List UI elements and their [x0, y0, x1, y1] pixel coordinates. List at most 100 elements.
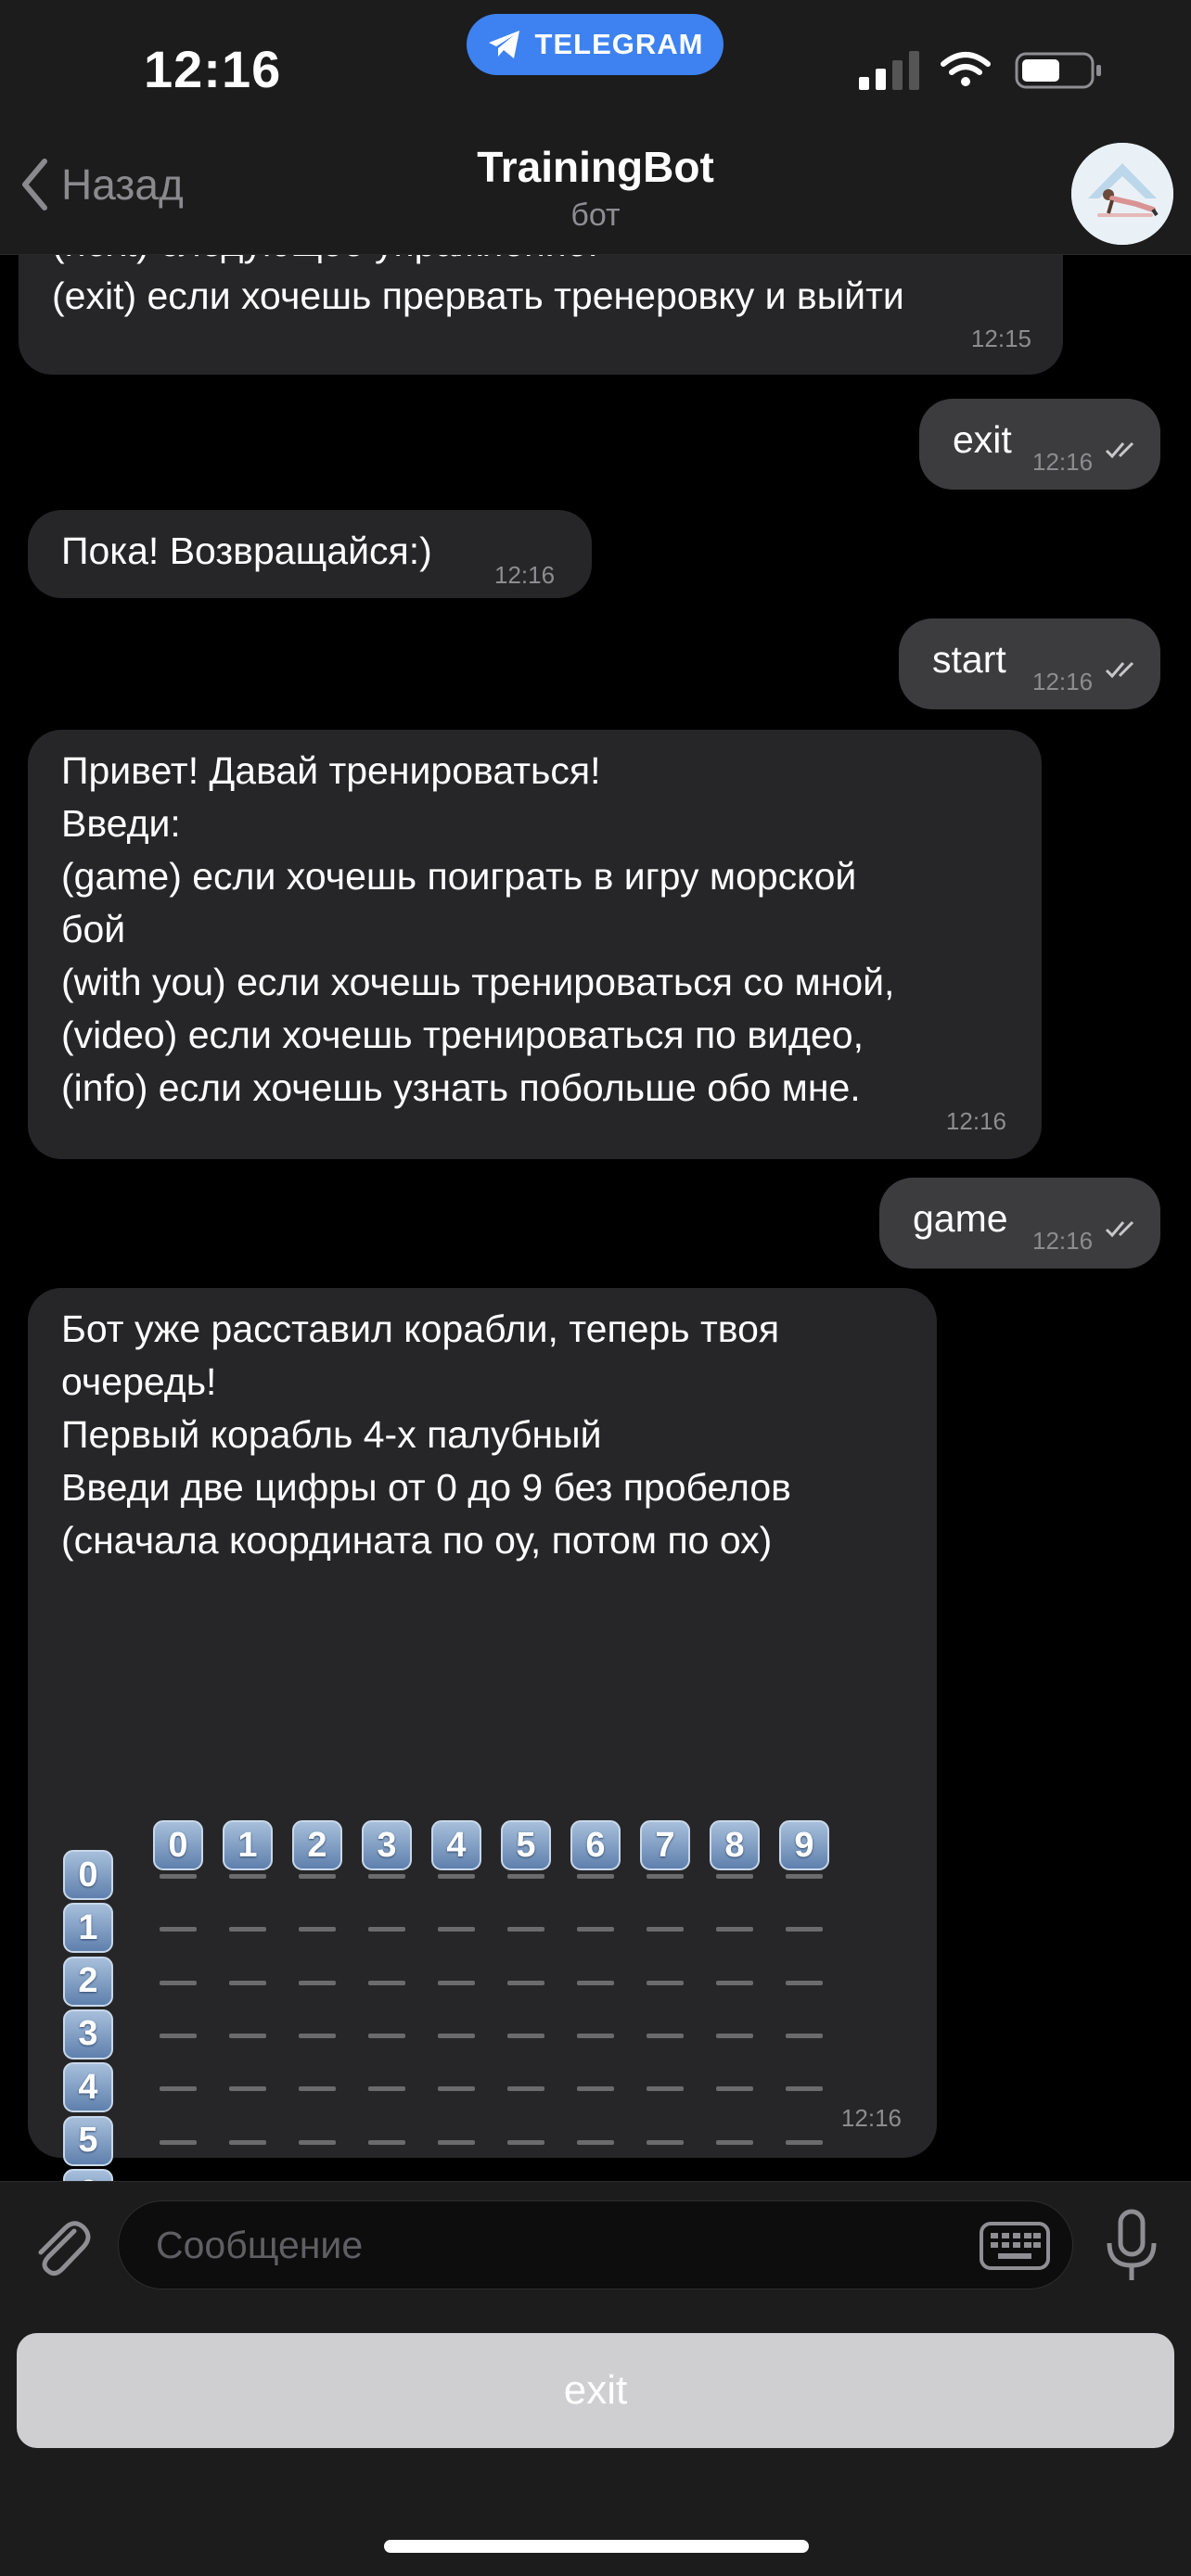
cellular-signal-icon [859, 51, 919, 90]
fitness-figure-icon [1071, 143, 1173, 245]
column-label-key: 8 [710, 1820, 760, 1870]
board-cell [299, 1874, 336, 1879]
message-time: 12:16 [840, 2104, 902, 2132]
board-cell [368, 1874, 405, 1879]
return-to-telegram-pill[interactable]: TELEGRAM [467, 14, 724, 75]
board-cell [160, 2086, 197, 2092]
board-cell [647, 1980, 684, 1985]
message-bubble[interactable]: Бот уже расставил корабли, теперь твоя о… [28, 1288, 937, 2181]
message-time: 12:16 [1032, 668, 1094, 695]
row-label-key: 6 [63, 2168, 113, 2181]
message-time: 12:16 [494, 561, 556, 589]
board-cell [229, 1874, 266, 1879]
board-cell [577, 2033, 614, 2038]
bot-avatar[interactable] [1071, 143, 1173, 245]
column-label-key: 2 [292, 1820, 342, 1870]
column-label-key: 9 [779, 1820, 829, 1870]
message-bubble[interactable]: start 12:16 [899, 618, 1160, 709]
bot-reply-keyboard: exit [0, 2309, 1191, 2576]
microphone-icon[interactable] [1104, 2208, 1159, 2284]
column-label-key: 1 [223, 1820, 273, 1870]
board-cell [438, 2086, 475, 2092]
board-cell [647, 1927, 684, 1932]
row-label-key: 0 [63, 1850, 113, 1900]
message-bubble[interactable]: exit 12:16 [919, 399, 1160, 490]
double-check-icon [1105, 441, 1134, 459]
battery-icon [1015, 52, 1101, 89]
bot-keyboard-icon[interactable] [980, 2222, 1050, 2270]
message-time: 12:16 [1032, 448, 1094, 476]
board-cell [786, 2139, 823, 2145]
board-cell [368, 2033, 405, 2038]
board-cell [368, 1927, 405, 1932]
message-input[interactable] [118, 2200, 1073, 2289]
message-list[interactable]: (next) следующее упражнение! (exit) если… [0, 255, 1191, 2181]
board-cell [647, 1874, 684, 1879]
board-cell [577, 1927, 614, 1932]
row-label-key: 1 [63, 1903, 113, 1954]
board-cell [786, 2033, 823, 2038]
double-check-icon [1105, 1220, 1134, 1238]
board-cell [716, 2086, 753, 2092]
board-cell [577, 2086, 614, 2092]
board-cell [577, 1980, 614, 1985]
board-cell [507, 2139, 544, 2145]
telegram-pill-label: TELEGRAM [534, 28, 704, 60]
message-bubble[interactable]: Привет! Давай тренироваться! Введи: (gam… [28, 730, 1042, 1159]
board-cell [507, 1927, 544, 1932]
column-label-key: 7 [640, 1820, 690, 1870]
board-cell [507, 2033, 544, 2038]
board-cell [299, 1980, 336, 1985]
board-cell [299, 1927, 336, 1932]
board-cell [229, 2086, 266, 2092]
telegram-plane-icon [488, 31, 519, 58]
board-cell [647, 2033, 684, 2038]
home-indicator [384, 2540, 809, 2553]
board-cell [647, 2139, 684, 2145]
message-text: game [913, 1197, 1008, 1240]
board-cell [368, 2086, 405, 2092]
board-cell [368, 2139, 405, 2145]
message-text: Пока! Возвращайся:) [61, 529, 432, 572]
board-cell [716, 2033, 753, 2038]
status-time: 12:16 [144, 40, 282, 98]
message-time: 12:16 [945, 1107, 1006, 1135]
board-cell [229, 2139, 266, 2145]
board-cell [507, 1980, 544, 1985]
row-label-key: 3 [63, 2009, 113, 2060]
message-text: Привет! Давай тренироваться! Введи: (gam… [61, 749, 895, 1109]
board-cell [577, 1874, 614, 1879]
board-cell [716, 1927, 753, 1932]
message-bubble[interactable]: Пока! Возвращайся:) 12:16 [28, 510, 592, 598]
board-cell [299, 2086, 336, 2092]
row-label-key: 2 [63, 1956, 113, 2007]
message-bubble[interactable]: (next) следующее упражнение! (exit) если… [19, 255, 1063, 375]
board-cell [577, 2139, 614, 2145]
message-text: start [932, 638, 1006, 681]
board-cell [438, 1927, 475, 1932]
message-bubble[interactable]: game 12:16 [879, 1178, 1160, 1269]
row-label-key: 4 [63, 2062, 113, 2113]
column-label-key: 0 [153, 1820, 203, 1870]
board-cell [647, 2086, 684, 2092]
board-cell [160, 1927, 197, 1932]
board-cell [786, 1980, 823, 1985]
board-cell [229, 2033, 266, 2038]
column-label-key: 5 [501, 1820, 551, 1870]
message-composer [0, 2181, 1191, 2309]
paperclip-icon[interactable] [28, 2213, 93, 2279]
message-time: 12:15 [970, 325, 1031, 352]
board-cell [438, 2033, 475, 2038]
board-cell [786, 1927, 823, 1932]
board-cell [507, 2086, 544, 2092]
navigation-header: 12:16 TELEGRAM Назад TrainingBot бот [0, 0, 1191, 255]
exit-reply-button[interactable]: exit [17, 2333, 1174, 2448]
column-label-key: 4 [431, 1820, 481, 1870]
board-cell [786, 1874, 823, 1879]
board-cell [438, 2139, 475, 2145]
double-check-icon [1105, 661, 1134, 679]
board-cell [229, 1980, 266, 1985]
board-cell [716, 2139, 753, 2145]
message-time: 12:16 [1032, 1227, 1094, 1255]
chat-title[interactable]: TrainingBot [0, 142, 1191, 192]
